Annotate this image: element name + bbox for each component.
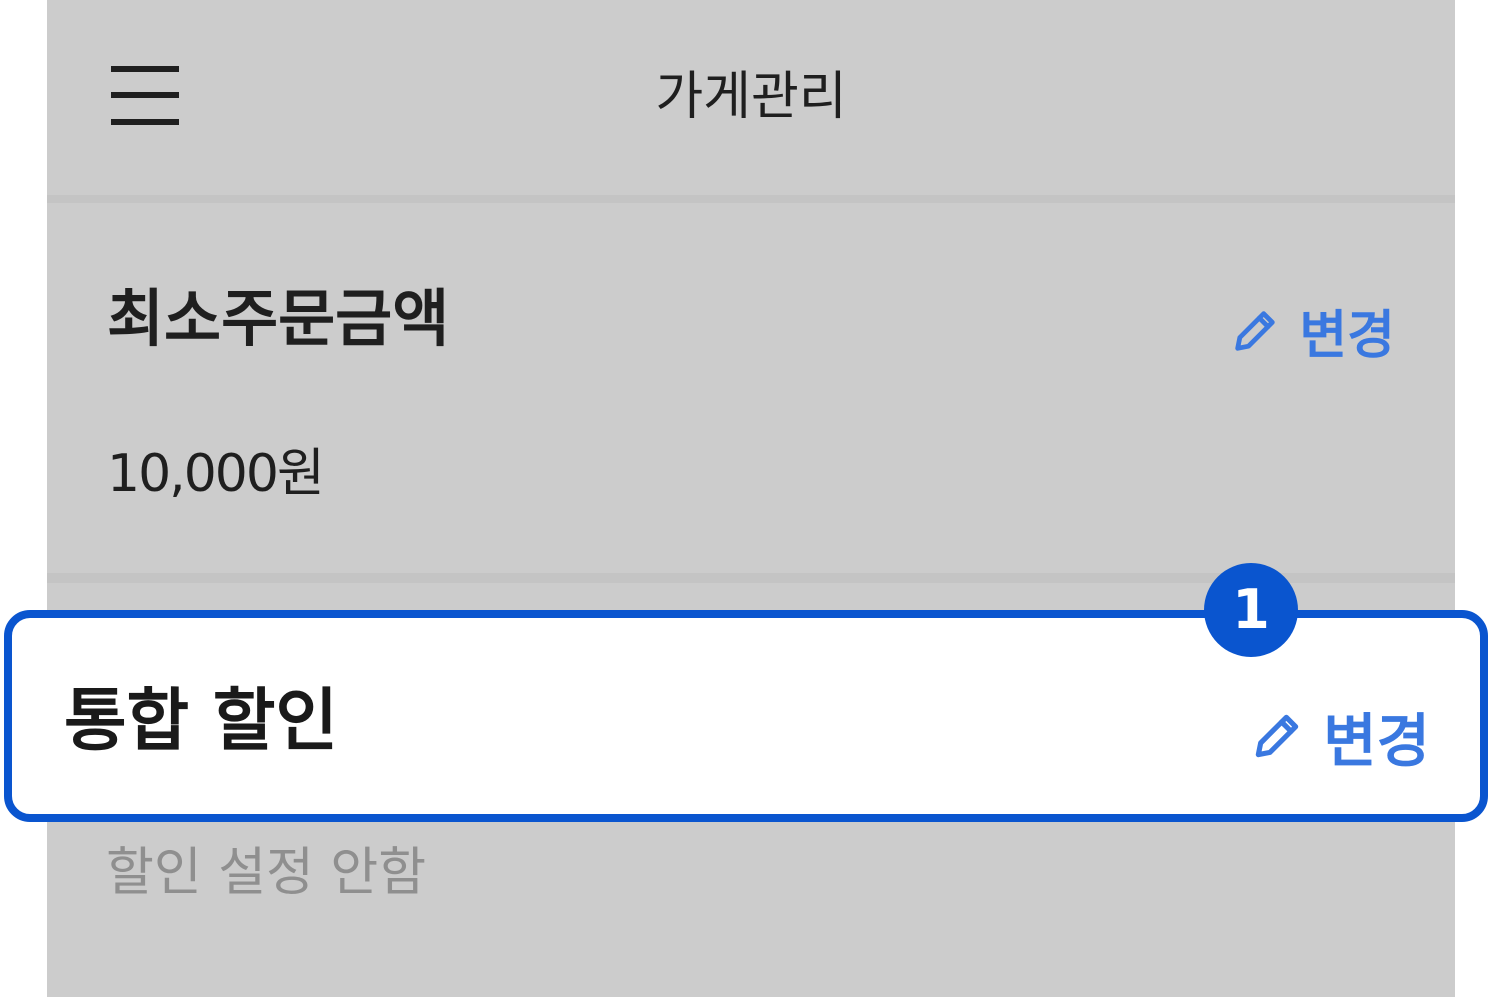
discount-title: 통합 할인	[64, 682, 338, 761]
min-order-edit-label: 변경	[1299, 306, 1395, 366]
discount-edit-label: 변경	[1323, 707, 1430, 775]
discount-edit-button[interactable]: 변경	[1249, 694, 1430, 778]
pencil-icon	[1249, 708, 1305, 764]
min-order-section: 최소주문금액 변경 10,000원	[47, 203, 1455, 573]
min-order-title: 최소주문금액	[107, 282, 450, 355]
discount-value: 할인 설정 안함	[106, 843, 427, 903]
page-title: 가게관리	[655, 67, 847, 127]
pencil-icon	[1229, 305, 1281, 357]
store-management-screen: 가게관리 최소주문금액 변경 10,000원 할인 설정 안함	[47, 0, 1455, 997]
app-header: 가게관리	[47, 0, 1455, 196]
min-order-edit-button[interactable]: 변경	[1229, 293, 1395, 368]
header-divider	[47, 195, 1455, 203]
step-number-badge: 1	[1204, 563, 1298, 657]
screen: 가게관리 최소주문금액 변경 10,000원 할인 설정 안함 통합 할인 변경…	[0, 0, 1500, 997]
min-order-value: 10,000원	[107, 444, 325, 504]
